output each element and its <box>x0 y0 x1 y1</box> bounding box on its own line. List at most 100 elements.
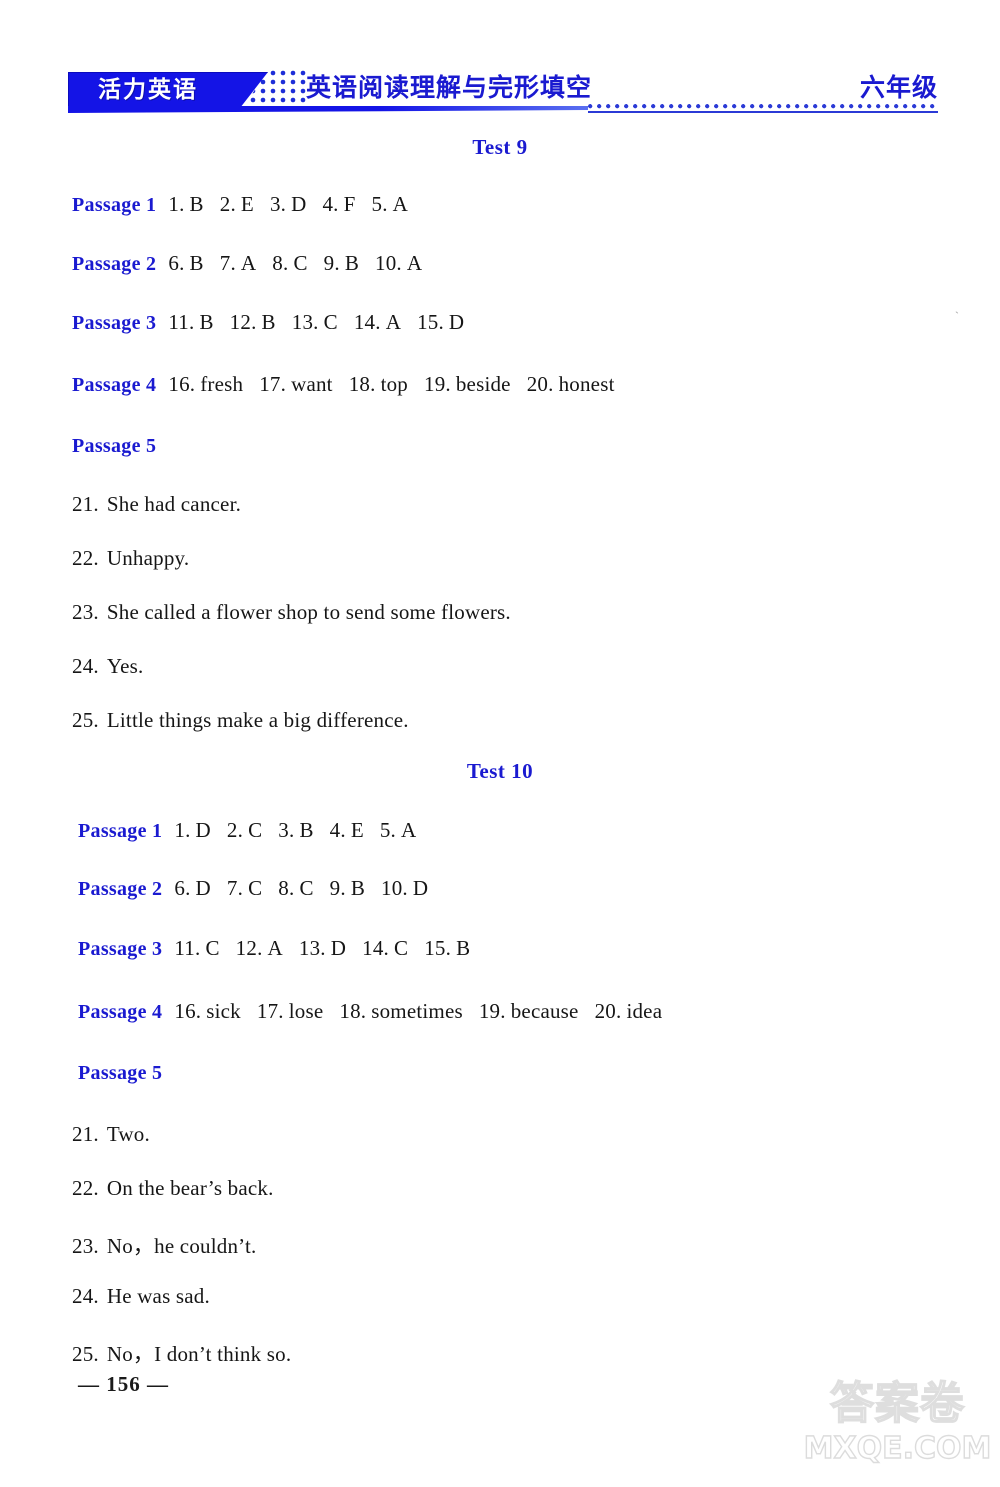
answer-value: A <box>392 192 409 216</box>
answer-number: 19. <box>478 999 506 1023</box>
answer-number: 1. <box>168 192 185 216</box>
question-answer: She called a flower shop to send some fl… <box>106 600 511 624</box>
passage-answers: 16. sick 17. lose 18. sometimes 19. because 20. i… <box>174 999 678 1023</box>
question-number: 24. <box>72 654 99 678</box>
answer-value: B <box>344 251 360 275</box>
answer-value: D <box>448 310 465 334</box>
passage-row-t9-p2: Passage 2 6. B 7. A 8. C 9. B 10. A <box>72 251 438 276</box>
answer-number: 20. <box>526 372 554 396</box>
answer-number: 5. <box>379 818 396 842</box>
header-underline-rule <box>588 111 938 113</box>
passage-row-t9-p4: Passage 4 16. fresh 17. want 18. top 19. beside 2… <box>72 372 631 397</box>
passage-label: Passage 4 <box>78 1001 163 1023</box>
passage-row-t10-p3: Passage 3 11. C 12. A 13. D 14. C 15. B <box>78 936 486 961</box>
answer-value: B <box>350 876 366 900</box>
answer-number: 15. <box>424 936 452 960</box>
answer-value: A <box>385 310 402 334</box>
question-answer: He was sad. <box>106 1284 210 1308</box>
page-header: 活力英语 英语阅读理解与完形填空 六年级 <box>0 0 1000 120</box>
question-number: 25. <box>72 708 99 732</box>
question-answer: Two. <box>106 1122 150 1146</box>
brand-label: 活力英语 <box>98 77 198 103</box>
passage-row-t10-p5: Passage 5 <box>78 1062 162 1085</box>
answer-value: C <box>248 876 263 900</box>
answer-number: 2. <box>219 192 236 216</box>
answer-number: 10. <box>375 251 402 275</box>
answer-number: 4. <box>322 192 339 216</box>
answer-number: 13. <box>291 310 319 334</box>
watermark: 答案卷 MXQE.COM <box>800 1377 995 1483</box>
question-answer: Little things make a big difference. <box>106 708 409 732</box>
passage-answers: 11. B 12. B 13. C 14. A 15. D <box>168 310 480 334</box>
answer-number: 3. <box>269 192 287 216</box>
answer-value: top <box>380 372 408 396</box>
question-answer: Unhappy. <box>106 546 190 570</box>
answer-number: 17. <box>259 372 287 396</box>
question-number: 23. <box>72 1234 99 1258</box>
answer-value: D <box>412 876 429 900</box>
test-heading-9: Test 9 <box>472 135 528 159</box>
qa-line-t9-23: 23. She called a flower shop to send some… <box>72 600 511 625</box>
answer-number: 10. <box>381 876 408 900</box>
answer-value: D <box>291 192 307 216</box>
header-grade-label: 六年级 <box>859 73 938 102</box>
qa-line-t9-24: 24. Yes. <box>72 654 143 679</box>
answer-value: fresh <box>200 372 244 396</box>
answer-number: 7. <box>219 251 236 275</box>
answer-value: idea <box>626 999 663 1023</box>
answer-number: 16. <box>174 999 202 1023</box>
question-number: 21. <box>72 492 99 516</box>
qa-line-t10-24: 24. He was sad. <box>72 1284 210 1309</box>
answer-number: 20. <box>594 999 622 1023</box>
answer-value: because <box>510 999 579 1023</box>
qa-line-t10-25: 25. No，I don’t think so. <box>72 1338 291 1368</box>
answer-value: want <box>291 372 333 396</box>
passage-label: Passage 5 <box>72 435 157 457</box>
answer-number: 11. <box>168 310 195 334</box>
header-title: 英语阅读理解与完形填空 <box>306 73 593 102</box>
question-number: 22. <box>72 1176 99 1200</box>
passage-row-t10-p4: Passage 4 16. sick 17. lose 18. sometimes 19. be… <box>78 999 678 1024</box>
question-answer: She had cancer. <box>106 492 242 516</box>
watermark-chinese-text: 答案卷 <box>829 1377 965 1430</box>
answer-value: B <box>261 310 276 334</box>
passage-label: Passage 4 <box>72 374 157 396</box>
passage-label: Passage 2 <box>78 878 163 900</box>
answer-value: beside <box>455 372 511 396</box>
qa-line-t9-22: 22. Unhappy. <box>72 546 189 571</box>
answer-number: 18. <box>339 999 367 1023</box>
answer-number: 12. <box>235 936 263 960</box>
answer-number: 17. <box>256 999 284 1023</box>
question-answer: No，he couldn’t. <box>106 1234 257 1258</box>
answer-value: D <box>330 936 347 960</box>
scan-artifact: ` <box>955 309 959 323</box>
answer-number: 1. <box>174 818 191 842</box>
question-number: 23. <box>72 600 99 624</box>
passage-answers: 1. B 2. E 3. D 4. F 5. A <box>168 192 424 216</box>
qa-line-t10-22: 22. On the bear’s back. <box>72 1176 274 1201</box>
qa-line-t10-21: 21. Two. <box>72 1122 150 1147</box>
answer-value: lose <box>288 999 324 1023</box>
answer-number: 3. <box>278 818 295 842</box>
answer-value: C <box>293 251 308 275</box>
answer-value: C <box>323 310 338 334</box>
answer-value: B <box>199 310 214 334</box>
passage-row-t9-p3: Passage 3 11. B 12. B 13. C 14. A 15. D <box>72 310 480 335</box>
passage-row-t10-p2: Passage 2 6. D 7. C 8. C 9. B 10. D <box>78 876 444 901</box>
watermark-url-text: MXQE.COM <box>803 1431 992 1466</box>
passage-label: Passage 1 <box>78 820 163 842</box>
answer-number: 11. <box>174 936 201 960</box>
answer-number: 2. <box>226 818 244 842</box>
answer-value: C <box>394 936 409 960</box>
passage-row-t9-p1: Passage 1 1. B 2. E 3. D 4. F 5. A <box>72 192 424 217</box>
answer-number: 7. <box>226 876 244 900</box>
answer-value: C <box>299 876 314 900</box>
answer-number: 19. <box>424 372 451 396</box>
passage-label: Passage 3 <box>72 312 157 334</box>
answer-value: C <box>205 936 220 960</box>
answer-number: 14. <box>353 310 381 334</box>
answer-value: C <box>248 818 263 842</box>
answer-value: F <box>343 192 356 216</box>
passage-label: Passage 2 <box>72 253 157 275</box>
passage-row-t10-p1: Passage 1 1. D 2. C 3. B 4. E 5. A <box>78 818 432 843</box>
